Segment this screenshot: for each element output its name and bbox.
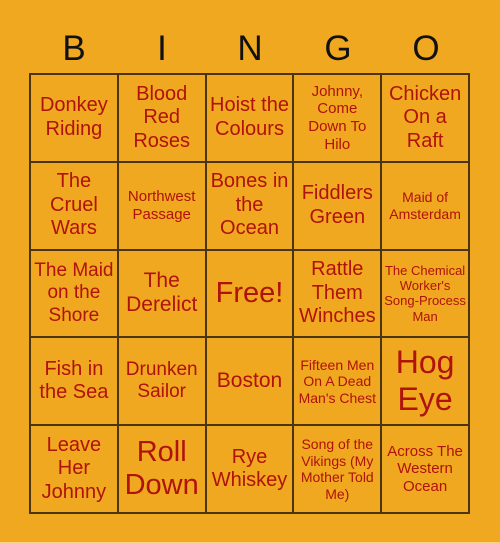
cell-label: Johnny, Come Down To Hilo [308,82,367,153]
cell-label: Blood Red Roses [133,82,191,152]
cell-label: Bones in the Ocean [210,170,289,240]
cell-label: Fiddlers Green [301,182,373,228]
cell-label: The Cruel Wars [50,170,98,240]
bingo-cell[interactable]: Across The Western Ocean [381,425,469,513]
cell-label: Song of the Vikings (My Mother Told Me) [300,436,374,502]
cell-label: The Derelict [126,268,198,317]
bingo-cell[interactable]: Boston [205,337,294,426]
cell-label: Hog Eye [395,344,455,418]
bingo-cell[interactable]: Rye Whiskey [205,425,294,513]
bingo-cell[interactable]: Leave Her Johnny [30,425,118,513]
bingo-cell[interactable]: Hoist the Colours [205,74,294,162]
bingo-cell[interactable]: Rattle Them Winches [293,249,382,338]
bingo-cell[interactable]: Chicken On a Raft [381,74,469,162]
cell-label: The Chemical Worker's Song-Process Man [384,262,466,324]
cell-label: Leave Her Johnny [41,433,107,503]
bingo-cell[interactable]: Donkey Riding [30,74,118,162]
cell-label: Maid of Amsterdam [389,189,461,222]
bingo-cell[interactable]: Bones in the Ocean [205,161,294,250]
cell-label: Fifteen Men On A Dead Man's Chest [298,356,376,406]
bingo-cell[interactable]: The Maid on the Shore [30,249,118,338]
cell-label: Hoist the Colours [210,94,289,140]
header-letter-g: G [324,29,352,68]
bingo-card: Donkey Riding Blood Red Roses Hoist the Co… [29,73,470,514]
header-letter-i: I [157,29,167,68]
cell-label: Drunken Sailor [125,358,198,403]
bingo-cell[interactable]: The Derelict [117,249,206,338]
bingo-cell[interactable]: Fish in the Sea [30,337,118,426]
cell-label: Free! [215,276,284,309]
cell-label: The Maid on the Shore [34,259,114,326]
bingo-cell[interactable]: Northwest Passage [117,161,206,250]
bingo-cell[interactable]: Roll Down [117,425,206,513]
cell-label: Rye Whiskey [211,445,288,492]
bingo-cell[interactable]: Song of the Vikings (My Mother Told Me) [293,425,382,513]
bingo-cell[interactable]: Fiddlers Green [293,161,382,250]
bingo-header: B I N G O [30,26,470,72]
cell-label: Chicken On a Raft [388,82,462,152]
bingo-cell[interactable]: The Cruel Wars [30,161,118,250]
bingo-cell[interactable]: Hog Eye [381,337,469,426]
header-letter-o: O [412,29,440,68]
cell-label: Across The Western Ocean [387,442,463,495]
bingo-cell[interactable]: Fifteen Men On A Dead Man's Chest [293,337,382,426]
bingo-cell[interactable]: Drunken Sailor [117,337,206,426]
header-letter-n: N [237,29,263,68]
header-letter-b: B [62,29,86,68]
cell-label: Fish in the Sea [39,357,109,404]
cell-label: Rattle Them Winches [298,258,376,328]
bingo-cell[interactable]: Blood Red Roses [117,74,206,162]
cell-label: Northwest Passage [127,188,196,223]
free-space-cell[interactable]: Free! [205,249,294,338]
cell-label: Roll Down [124,435,199,502]
cell-label: Boston [216,368,283,392]
bingo-cell[interactable]: Maid of Amsterdam [381,161,469,250]
bingo-cell[interactable]: Johnny, Come Down To Hilo [293,74,382,162]
cell-label: Donkey Riding [39,94,108,140]
bingo-cell[interactable]: The Chemical Worker's Song-Process Man [381,249,469,338]
